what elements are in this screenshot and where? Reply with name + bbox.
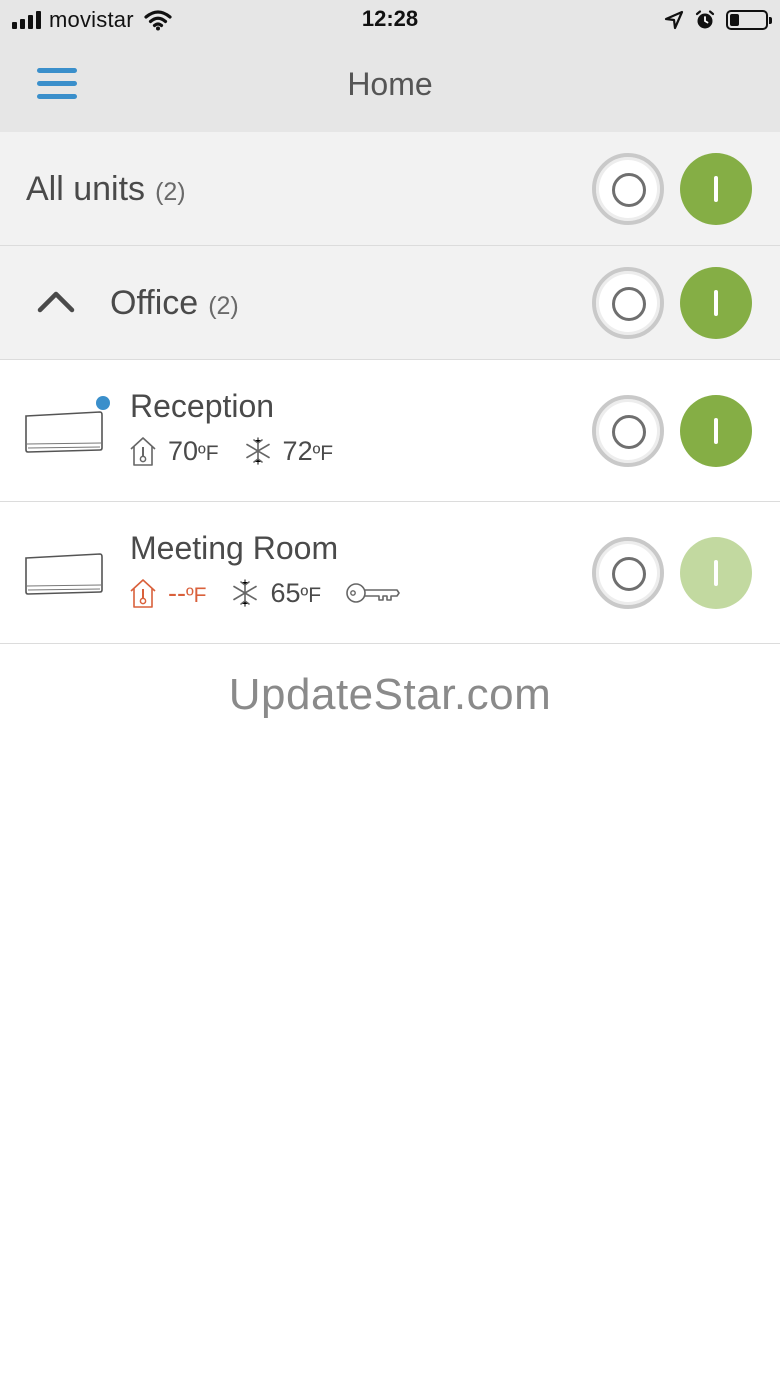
location-arrow-icon: [664, 10, 684, 30]
all-units-count: (2): [155, 178, 186, 206]
all-units-on-button[interactable]: [680, 153, 752, 225]
battery-level-fill: [730, 14, 739, 26]
all-units-off-button[interactable]: [592, 153, 664, 225]
snowflake-icon: [233, 579, 258, 607]
status-time: 12:28: [361, 6, 419, 31]
key-lock-icon: [346, 583, 400, 603]
unit-row-reception[interactable]: Reception 70ºF 72ºF: [0, 360, 780, 502]
status-bar: movistar 12:28: [0, 0, 780, 40]
setpoint-value: 65ºF: [270, 577, 322, 608]
unit-readings: --ºF 65ºF: [128, 576, 401, 610]
room-temperature-icon: [130, 437, 156, 466]
room-temperature-value: 70ºF: [168, 435, 219, 466]
unit-readings: 70ºF 72ºF: [128, 434, 357, 468]
snowflake-icon: [245, 437, 270, 465]
unit-off-button[interactable]: [592, 537, 664, 609]
group-off-button[interactable]: [592, 267, 664, 339]
unit-on-button[interactable]: [680, 395, 752, 467]
room-temperature-alert-icon: [130, 579, 156, 608]
setpoint-value: 72ºF: [282, 435, 334, 466]
all-units-row: All units (2): [0, 132, 780, 246]
navigation-bar: Home: [0, 40, 780, 132]
air-conditioner-icon: [25, 553, 103, 595]
room-temperature-value: --ºF: [168, 577, 207, 608]
air-conditioner-icon: [25, 411, 103, 453]
unit-name: Reception: [130, 388, 275, 424]
notification-dot: [96, 396, 110, 410]
watermark-text: UpdateStar.com: [228, 670, 552, 719]
status-right: [664, 6, 772, 34]
all-units-title: All units (2): [26, 170, 186, 209]
battery-icon: [726, 10, 772, 30]
group-count: (2): [208, 292, 239, 320]
all-units-label: All units: [26, 170, 146, 208]
group-row-office: Office (2): [0, 246, 780, 360]
unit-row-meeting-room[interactable]: Meeting Room --ºF 65ºF: [0, 502, 780, 644]
unit-name: Meeting Room: [130, 530, 339, 566]
chevron-up-icon[interactable]: [36, 286, 76, 316]
page-title: Home: [347, 66, 433, 102]
unit-off-button[interactable]: [592, 395, 664, 467]
group-label: Office: [110, 284, 199, 322]
unit-on-button[interactable]: [680, 537, 752, 609]
group-on-button[interactable]: [680, 267, 752, 339]
group-title: Office (2): [110, 284, 239, 323]
alarm-clock-icon: [695, 10, 715, 29]
